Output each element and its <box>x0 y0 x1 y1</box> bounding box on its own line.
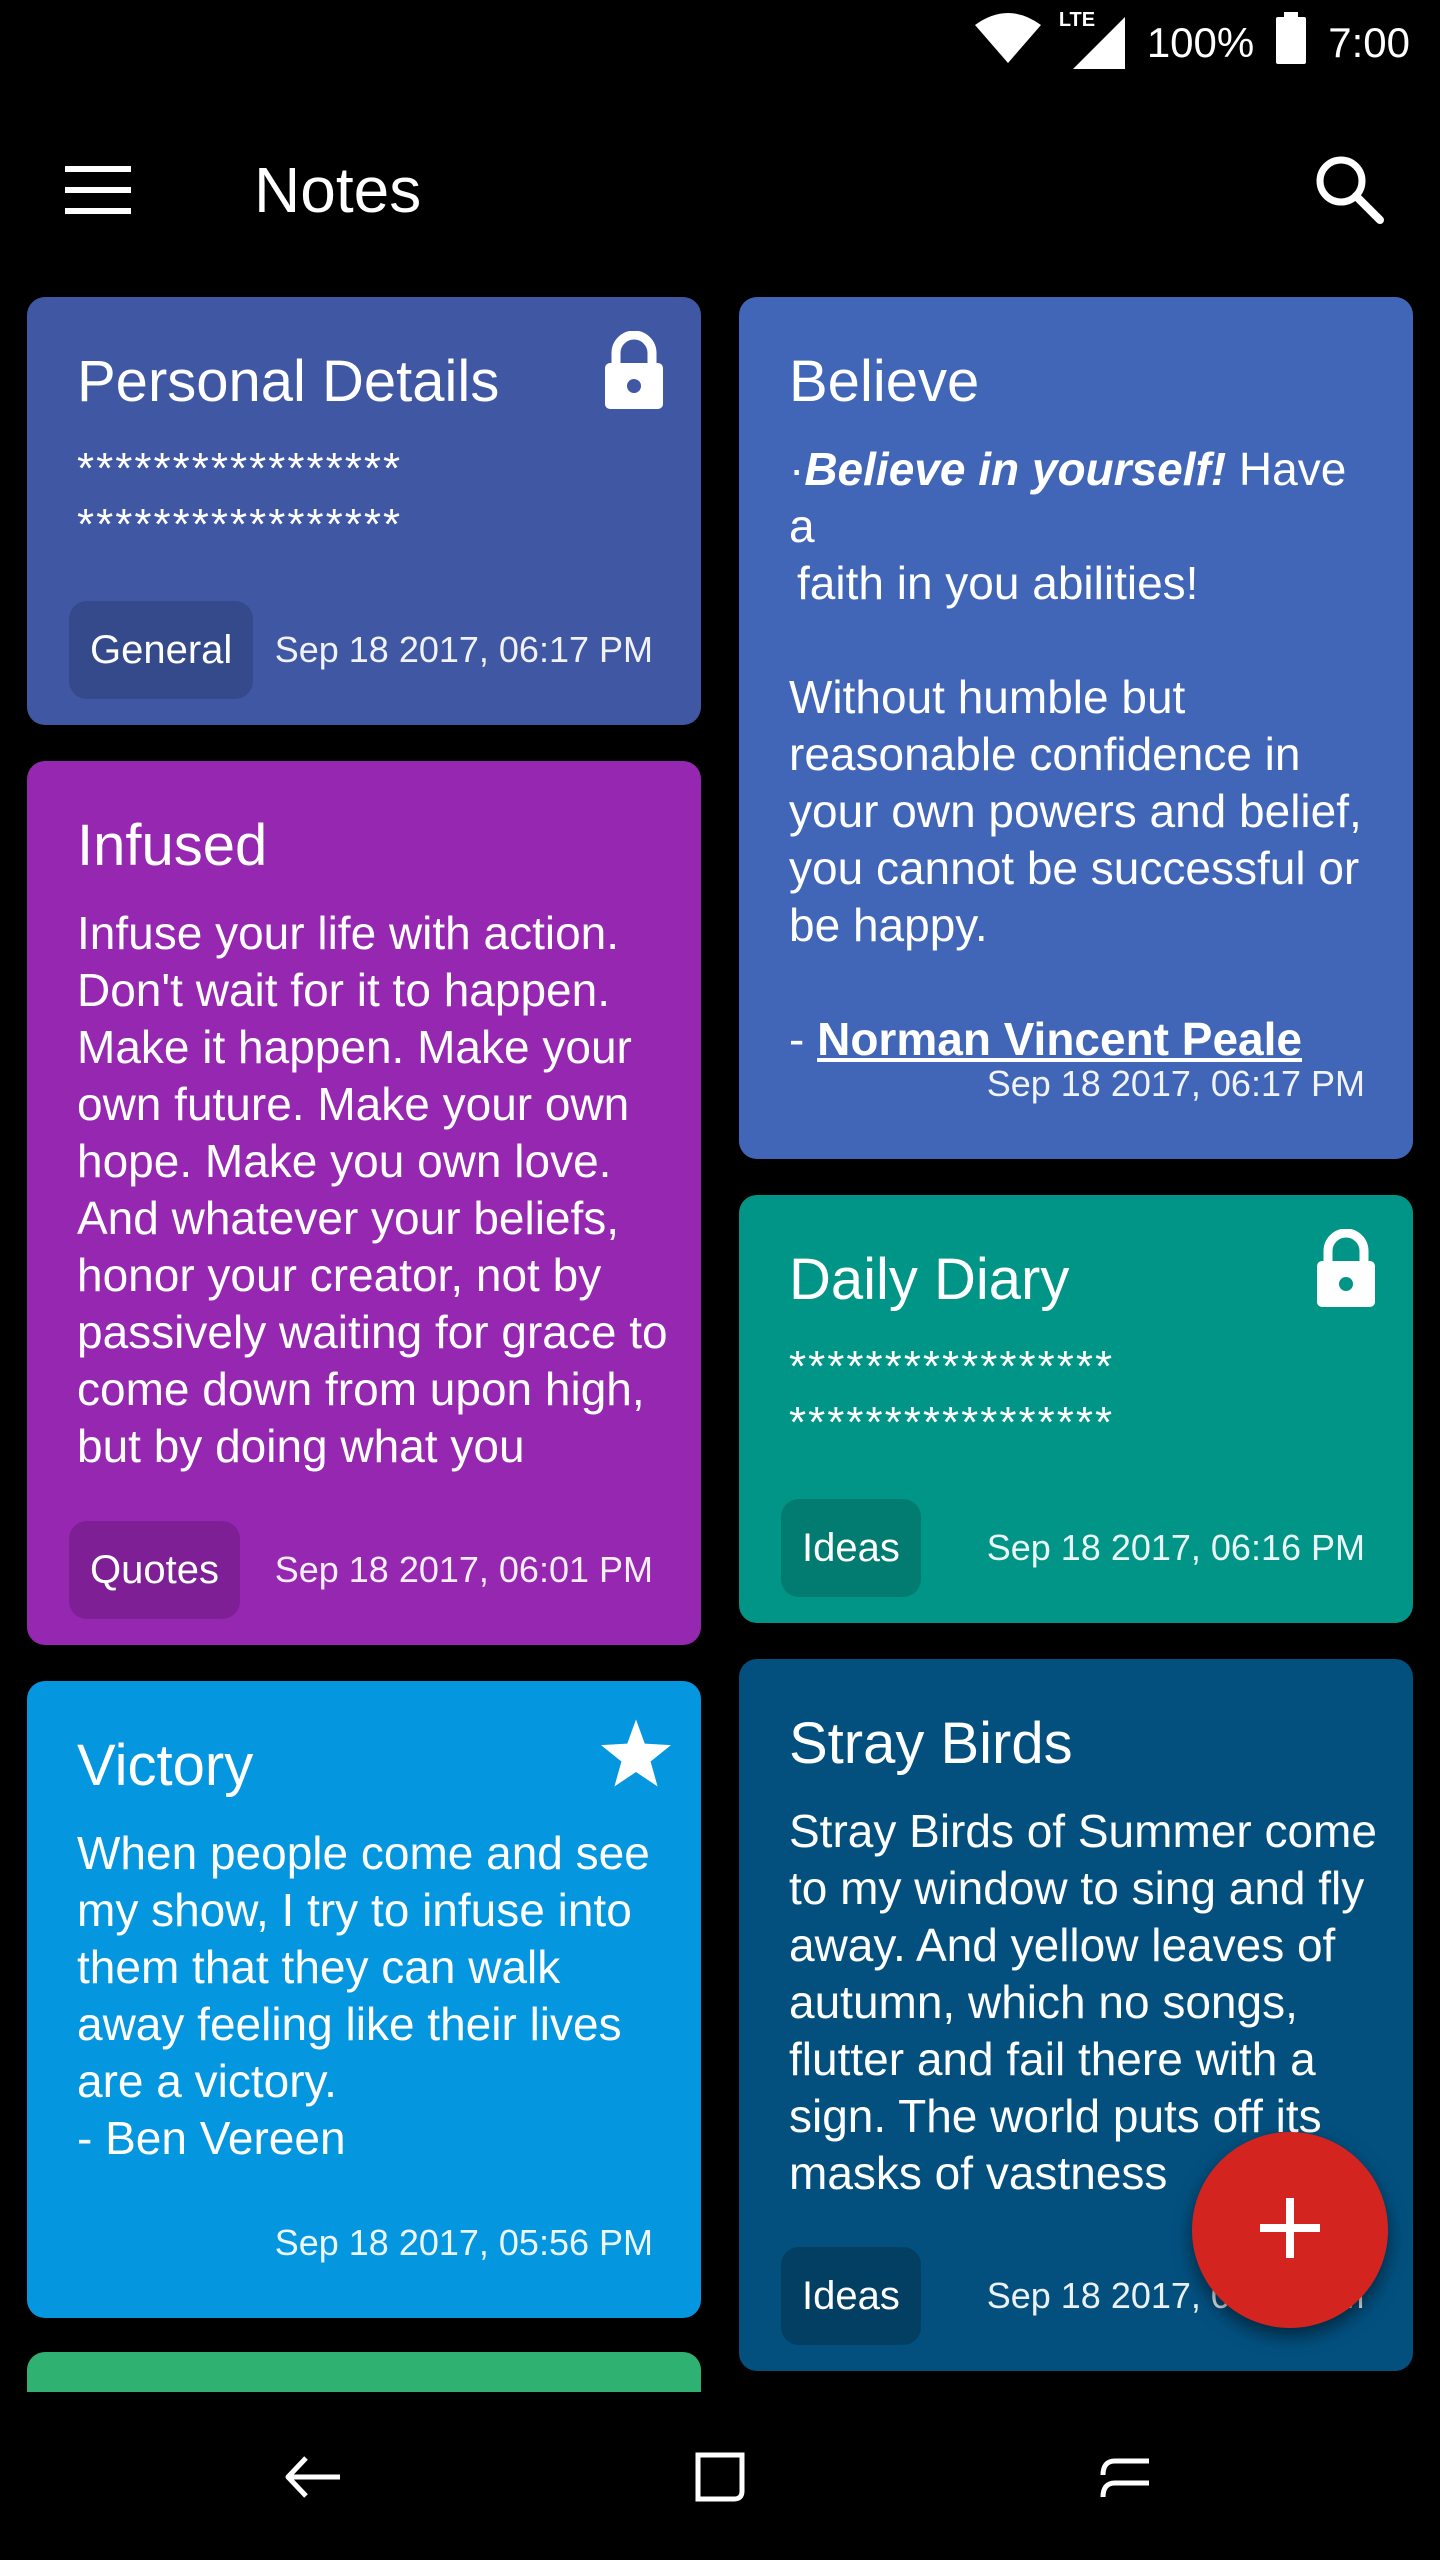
note-card-infused[interactable]: Infused Infuse your life with action. Do… <box>27 761 701 1645</box>
clock: 7:00 <box>1328 19 1410 66</box>
masked-content: ***************** <box>77 500 403 549</box>
category-chip[interactable]: Ideas <box>781 2247 921 2345</box>
bullet: · <box>789 443 805 495</box>
category-chip[interactable]: Quotes <box>69 1521 240 1619</box>
category-chip[interactable]: General <box>69 601 254 699</box>
app-bar: Notes <box>0 86 1440 282</box>
recents-icon <box>1097 2449 1153 2510</box>
menu-button[interactable] <box>52 146 144 238</box>
note-card-personal-details[interactable]: Personal Details ***************** *****… <box>27 297 701 725</box>
back-icon <box>284 2452 344 2507</box>
note-body-paragraph: Without humble but reasonable confidence… <box>789 671 1362 951</box>
category-chip[interactable]: Ideas <box>781 1499 921 1597</box>
note-timestamp: Sep 18 2017, 06:16 PM <box>986 1527 1365 1568</box>
status-bar: LTE 100% 7:00 <box>0 0 1440 86</box>
hamburger-menu-icon <box>65 165 131 219</box>
note-body-intro: ·Believe in yourself! Have a <box>789 441 1383 555</box>
emphasis-text: Believe in yourself! <box>804 443 1227 495</box>
note-card-partial[interactable] <box>27 2352 701 2392</box>
note-title: Stray Birds <box>789 1711 1073 1776</box>
note-title: Daily Diary <box>789 1247 1070 1312</box>
star-icon[interactable] <box>601 1719 671 1797</box>
page-title: Notes <box>254 154 422 226</box>
home-button[interactable] <box>665 2424 775 2534</box>
note-body-line: faith in you abilities! <box>797 557 1199 609</box>
note-card-victory[interactable]: Victory When people come and see my show… <box>27 1681 701 2318</box>
note-title: Believe <box>789 349 980 414</box>
network-type: LTE <box>1058 9 1096 31</box>
note-timestamp: Sep 18 2017, 06:17 PM <box>274 629 653 670</box>
notes-grid: Personal Details ***************** *****… <box>0 282 1440 2392</box>
note-title: Victory <box>77 1733 254 1798</box>
search-icon <box>1314 154 1384 229</box>
masked-content: ***************** <box>77 444 403 493</box>
battery-percent: 100% <box>1146 19 1255 66</box>
masked-content: ***************** <box>789 1398 1115 1447</box>
add-icon <box>1260 2197 1320 2263</box>
search-button[interactable] <box>1294 136 1404 246</box>
back-button[interactable] <box>259 2424 369 2534</box>
lock-icon <box>601 330 667 409</box>
system-nav-bar <box>0 2392 1440 2560</box>
note-timestamp: Sep 18 2017, 05:56 PM <box>274 2222 653 2263</box>
wifi-icon <box>974 13 1041 73</box>
recents-button[interactable] <box>1070 2424 1180 2534</box>
home-icon <box>692 2449 748 2510</box>
note-body: When people come and see my show, I try … <box>77 1827 650 2107</box>
battery-icon <box>1276 12 1307 74</box>
note-card-believe[interactable]: Believe ·Believe in yourself! Have a fai… <box>739 297 1413 1159</box>
lock-icon <box>1313 1228 1379 1307</box>
add-note-button[interactable] <box>1192 2132 1388 2328</box>
note-author: - Ben Vereen <box>77 2112 346 2164</box>
note-card-daily-diary[interactable]: Daily Diary ***************** **********… <box>739 1195 1413 1623</box>
note-timestamp: Sep 18 2017, 06:17 PM <box>986 1063 1365 1104</box>
note-body: Infuse your life with action. Don't wait… <box>77 907 668 1472</box>
note-title: Infused <box>77 813 268 878</box>
lte-signal-icon: LTE <box>1059 9 1125 69</box>
note-title: Personal Details <box>77 349 500 414</box>
masked-content: ***************** <box>789 1342 1115 1391</box>
note-timestamp: Sep 18 2017, 06:01 PM <box>274 1549 653 1590</box>
